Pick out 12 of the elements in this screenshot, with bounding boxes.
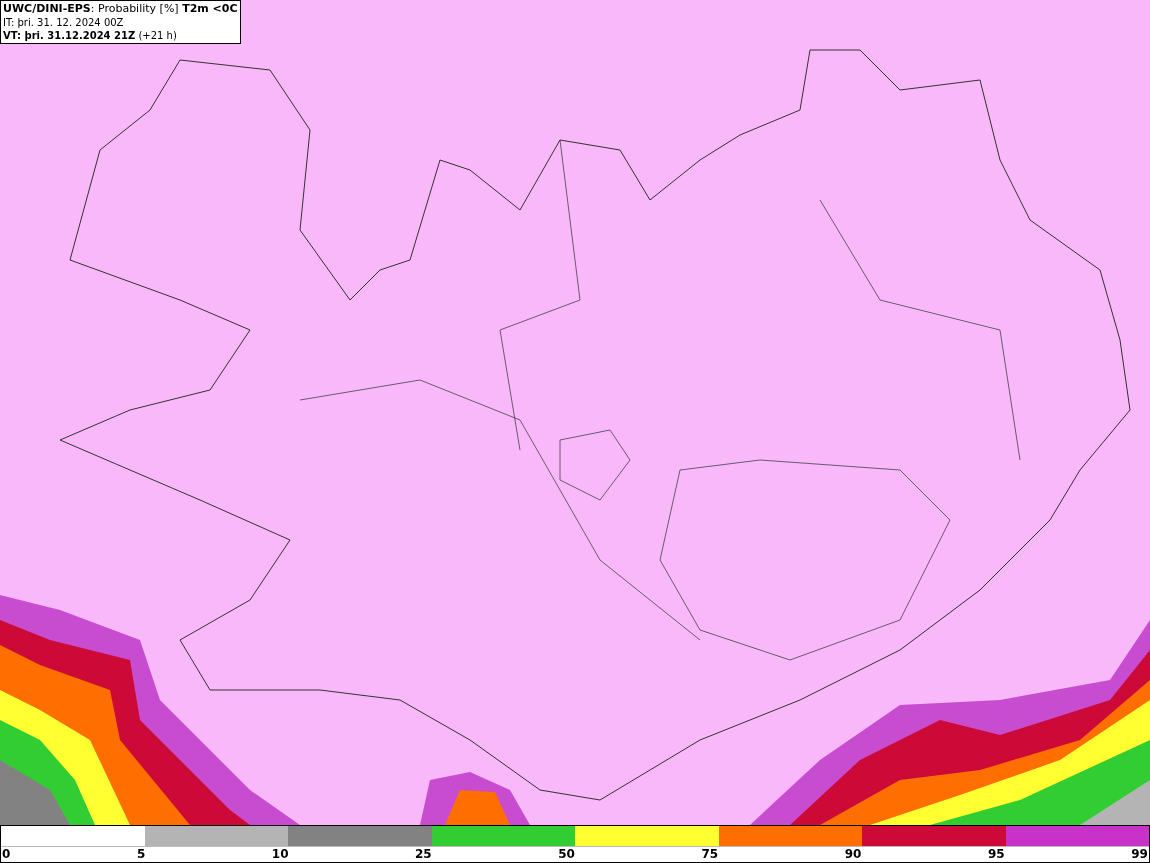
legend-tick-label: 99 <box>1131 847 1148 861</box>
legend-tick-label: 90 <box>844 847 862 861</box>
legend-tick-label: 50 <box>558 847 575 861</box>
legend-tick-label: 75 <box>701 847 719 861</box>
chart-title: UWC/DINI-EPS: Probability [%] T2m <0C <box>3 2 238 16</box>
legend-tick-label: 95 <box>987 847 1005 861</box>
legend-tick-label: 10 <box>271 847 289 861</box>
valid-time: VT: þri. 31.12.2024 21Z (+21 h) <box>3 29 178 42</box>
legend-tick-label: 5 <box>136 847 146 861</box>
issue-time: IT: þri. 31. 12. 2024 00Z <box>3 16 125 29</box>
legend-tick-label: 25 <box>415 847 432 861</box>
legend-tick-label: 0 <box>2 847 11 861</box>
